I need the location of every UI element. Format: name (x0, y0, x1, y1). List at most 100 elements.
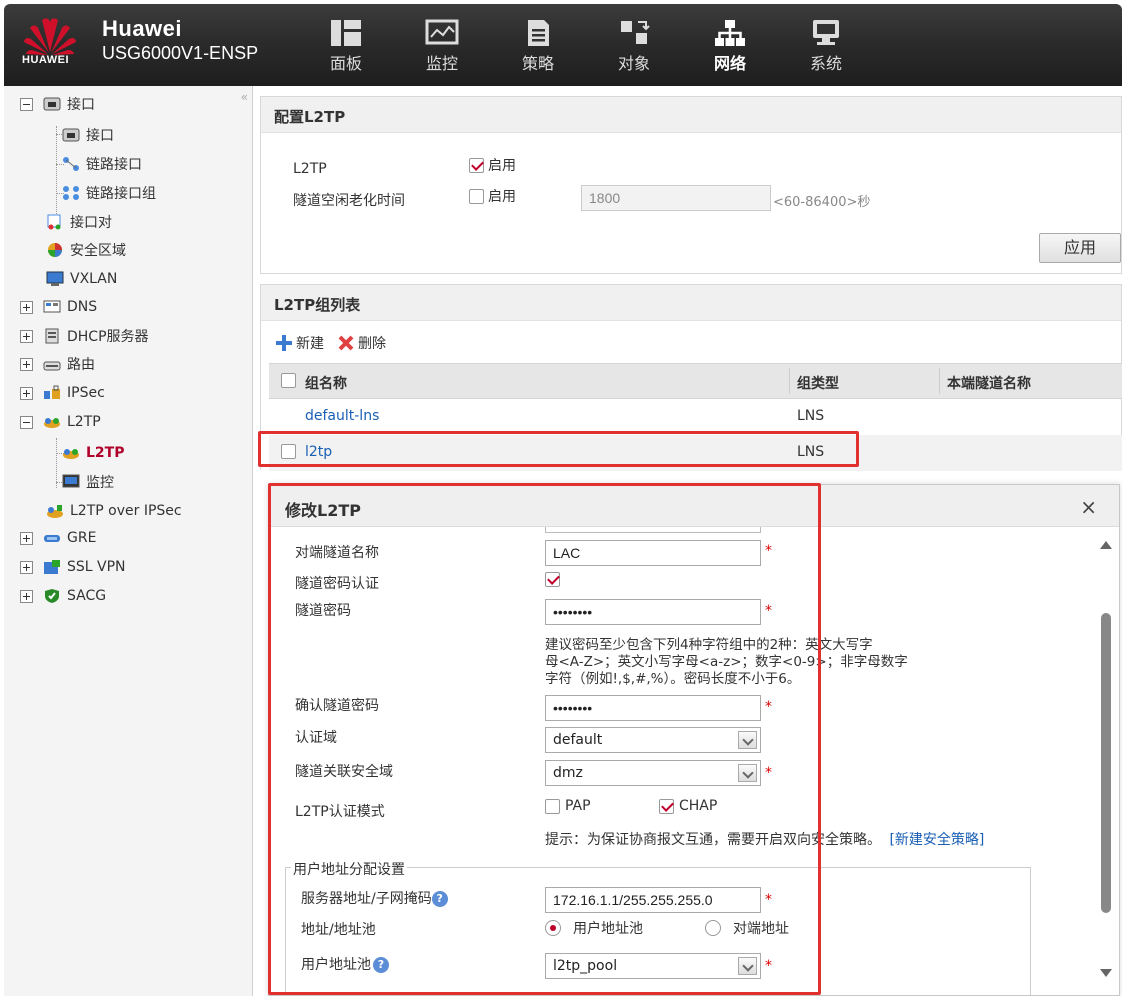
peer-addr-radio[interactable] (705, 920, 721, 936)
nav-monitor[interactable]: 监控 (394, 18, 490, 74)
interface-icon (62, 128, 80, 142)
server-addr-label: 服务器地址/子网掩码? (301, 888, 448, 908)
sidebar-item-label: L2TP (86, 445, 125, 461)
peer-addr-radio-option[interactable]: 对端地址 (705, 918, 789, 938)
help-icon[interactable]: ? (431, 891, 448, 907)
pwd-input[interactable]: •••••••• (545, 599, 761, 625)
sidebar-item-link-interface[interactable]: 链路接口 (62, 152, 142, 176)
help-icon[interactable]: ? (373, 957, 389, 973)
chevron-down-icon[interactable] (738, 764, 757, 782)
new-label: 新建 (296, 336, 324, 352)
scroll-down-icon[interactable] (1100, 969, 1112, 977)
auth-mode-label: L2TP认证模式 (295, 804, 385, 820)
collapse-sidebar-icon[interactable]: « (241, 90, 248, 104)
table-row[interactable]: l2tp LNS (269, 435, 1122, 471)
scroll-thumb[interactable] (1101, 613, 1111, 913)
sidebar-item-l2tp-monitor[interactable]: 监控 (62, 470, 114, 494)
expand-icon[interactable] (20, 531, 33, 545)
sidebar-item-interface-pair[interactable]: 接口对 (46, 210, 112, 234)
col-local-tunnel-name[interactable]: 本端隧道名称 (947, 373, 1031, 393)
sidebar-item-ipsec[interactable]: IPSec (20, 381, 105, 405)
apply-button[interactable]: 应用 (1039, 233, 1121, 263)
sidebar-item-ssl-vpn[interactable]: SSL VPN (20, 555, 126, 579)
pwd-hint-line-1: 建议密码至少包含下列4种字符组中的2种：英文大写字 (545, 637, 873, 653)
network-icon (715, 20, 745, 46)
scroll-up-icon[interactable] (1100, 541, 1112, 549)
expand-icon[interactable] (20, 386, 33, 400)
close-icon[interactable]: × (1080, 495, 1097, 519)
l2tp-enable[interactable]: 启用 (469, 155, 516, 175)
sidebar-item-interface[interactable]: 接口 (62, 123, 114, 147)
nav-network[interactable]: 网络 (682, 18, 778, 74)
sidebar-item-dns[interactable]: DNS (20, 295, 97, 319)
sidebar-item-link-interface-group[interactable]: 链路接口组 (62, 181, 156, 205)
sidebar-item-gre[interactable]: GRE (20, 526, 96, 550)
expand-icon[interactable] (20, 589, 33, 603)
select-all-checkbox[interactable] (281, 373, 296, 388)
expand-icon[interactable] (20, 560, 33, 574)
sidebar-item-security-zone[interactable]: 安全区域 (46, 238, 126, 262)
pwd-auth-checkbox[interactable] (545, 572, 560, 587)
nav-policy[interactable]: 策略 (490, 18, 586, 74)
idle-enable[interactable]: 启用 (469, 186, 516, 206)
config-l2tp-panel: 配置L2TP L2TP 启用 隧道空闲老化时间 启用 1800 <60-8640… (260, 96, 1122, 274)
chap-option[interactable]: CHAP (659, 798, 717, 814)
delete-button[interactable]: 删除 (337, 333, 386, 353)
l2tp-enable-checkbox[interactable] (469, 157, 484, 173)
sidebar-item-interface-group[interactable]: 接口 (20, 92, 95, 116)
chap-checkbox[interactable] (659, 798, 674, 814)
pap-checkbox[interactable] (545, 798, 560, 814)
idle-time-input[interactable]: 1800 (581, 185, 771, 211)
idle-enable-checkbox[interactable] (469, 188, 484, 204)
ssl-vpn-icon (44, 560, 60, 574)
pool-value: l2tp_pool (553, 958, 618, 974)
expand-icon[interactable] (20, 300, 33, 314)
pap-option[interactable]: PAP (545, 798, 591, 814)
sidebar-item-dhcp-server[interactable]: DHCP服务器 (20, 324, 149, 348)
sidebar-item-label: GRE (67, 530, 97, 546)
delete-icon (338, 335, 354, 351)
addr-pool-radio[interactable] (545, 920, 561, 936)
nav-system[interactable]: 系统 (778, 18, 874, 74)
sidebar-item-route[interactable]: 路由 (20, 352, 95, 376)
expand-icon[interactable] (20, 329, 33, 343)
group-type: LNS (797, 408, 825, 424)
sidebar-item-l2tp[interactable]: L2TP (62, 441, 124, 465)
required-mark: * (765, 543, 772, 559)
confirm-pwd-input[interactable]: •••••••• (545, 695, 761, 721)
col-group-name[interactable]: 组名称 (305, 373, 347, 393)
addr-pool-radio-option[interactable]: 用户地址池 (545, 918, 643, 938)
sidebar-item-l2tp-over-ipsec[interactable]: L2TP over IPSec (46, 499, 182, 523)
sidebar-item-label: 监控 (86, 475, 114, 491)
required-mark: * (765, 603, 772, 619)
sidebar-item-label: L2TP (67, 414, 101, 430)
table-row[interactable]: default-lns LNS (269, 399, 1122, 435)
panel-title: 配置L2TP (261, 97, 1121, 133)
chevron-down-icon[interactable] (738, 731, 757, 749)
peer-tunnel-input[interactable]: LAC (545, 540, 761, 566)
row-checkbox[interactable] (281, 444, 296, 459)
chevron-down-icon[interactable] (738, 957, 757, 975)
peer-tunnel-label: 对端隧道名称 (295, 545, 379, 561)
group-name-link[interactable]: default-lns (305, 408, 379, 424)
auth-domain-select[interactable]: default (545, 727, 761, 753)
dialog-scrollbar[interactable] (1099, 537, 1113, 987)
server-addr-input[interactable]: 172.16.1.1/255.255.255.0 (545, 887, 761, 913)
brand-block: Huawei USG6000V1-ENSP (102, 16, 258, 64)
collapse-icon[interactable] (20, 415, 33, 429)
sidebar-item-vxlan[interactable]: VXLAN (46, 267, 117, 291)
nav-dashboard[interactable]: 面板 (298, 18, 394, 74)
sidebar-item-label: DHCP服务器 (67, 329, 149, 345)
sidebar-item-l2tp-group[interactable]: L2TP (20, 410, 101, 434)
col-group-type[interactable]: 组类型 (797, 373, 839, 393)
group-name-link[interactable]: l2tp (305, 444, 332, 460)
nav-object[interactable]: 对象 (586, 18, 682, 74)
expand-icon[interactable] (20, 357, 33, 371)
tunnel-zone-select[interactable]: dmz (545, 760, 761, 786)
collapse-icon[interactable] (20, 97, 33, 111)
new-button[interactable]: 新建 (275, 333, 324, 353)
sidebar-item-sacg[interactable]: SACG (20, 584, 106, 608)
nav-label: 策略 (521, 54, 554, 73)
pool-select[interactable]: l2tp_pool (545, 953, 761, 979)
new-policy-link[interactable]: [新建安全策略] (889, 832, 984, 848)
